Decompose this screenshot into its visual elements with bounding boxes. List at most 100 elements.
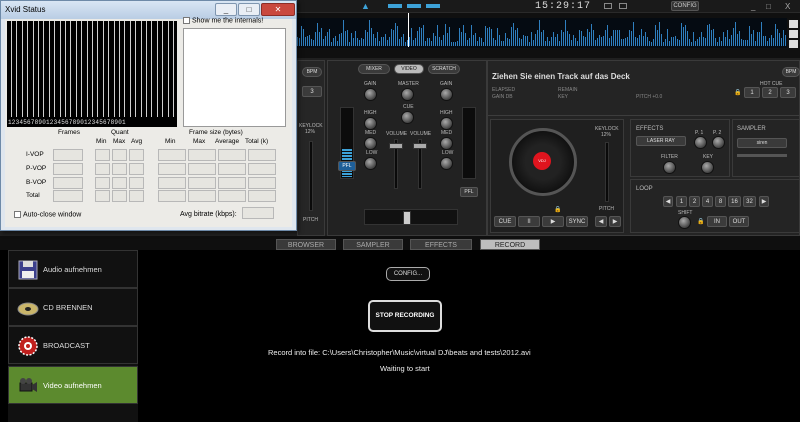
tab-effects[interactable]: EFFECTS xyxy=(410,239,472,250)
loop-2[interactable]: 2 xyxy=(689,196,700,207)
maximize-icon[interactable]: □ xyxy=(766,2,771,11)
left-bpm-button[interactable]: BPM xyxy=(302,67,322,77)
close-icon[interactable]: X xyxy=(785,2,790,11)
high-right-knob[interactable] xyxy=(440,117,453,130)
crossfader-cap[interactable] xyxy=(403,211,411,225)
loop-32[interactable]: 32 xyxy=(743,196,756,207)
high-left-knob[interactable] xyxy=(364,117,377,130)
waveform-bar xyxy=(701,31,702,46)
crossfader[interactable] xyxy=(364,209,458,225)
stats-cell xyxy=(248,149,276,161)
wave-side-btn[interactable] xyxy=(789,20,798,28)
loop-16[interactable]: 16 xyxy=(728,196,741,207)
sampler-slider[interactable] xyxy=(737,154,787,157)
waveform-bar xyxy=(691,41,692,46)
left-pitch-slider[interactable] xyxy=(309,141,313,211)
volume-right-cap[interactable] xyxy=(413,143,427,149)
cue-button[interactable]: CUE xyxy=(494,216,516,227)
show-internals-box[interactable] xyxy=(183,17,190,24)
waveform-bar xyxy=(437,24,438,46)
graph-frame-line xyxy=(129,21,131,117)
loop-in-button[interactable]: IN xyxy=(707,216,727,227)
auto-close-checkbox[interactable]: Auto-close window xyxy=(14,211,81,218)
right-bpm-button[interactable]: BPM xyxy=(782,67,800,77)
view-seg-2[interactable] xyxy=(407,4,421,8)
tab-sampler[interactable]: SAMPLER xyxy=(343,239,403,250)
view-seg-3[interactable] xyxy=(426,4,440,8)
view-seg-1[interactable] xyxy=(388,4,402,8)
tab-scratch[interactable]: SCRATCH xyxy=(428,64,460,74)
waveform-bar xyxy=(385,33,386,46)
waveform-bar xyxy=(561,30,562,46)
pfl-left-button[interactable]: PFL xyxy=(338,161,356,171)
shift-knob[interactable] xyxy=(678,216,691,229)
loop-out-button[interactable]: OUT xyxy=(729,216,749,227)
xvid-maximize-button[interactable]: □ xyxy=(238,3,260,16)
tab-record[interactable]: RECORD xyxy=(480,239,540,250)
low-right-knob[interactable] xyxy=(440,157,453,170)
waveform-bar xyxy=(589,31,590,46)
volume-left-cap[interactable] xyxy=(389,143,403,149)
stop-recording-button[interactable]: STOP RECORDING xyxy=(368,300,442,332)
video-camera-icon xyxy=(19,378,37,392)
sidebar-item-cd[interactable]: CD BRENNEN xyxy=(8,288,138,326)
waveform-bar xyxy=(529,41,530,46)
config-top-button[interactable]: CONFIG xyxy=(671,1,699,11)
gain-left-knob[interactable] xyxy=(364,88,377,101)
cue-knob[interactable] xyxy=(401,111,414,124)
master-knob[interactable] xyxy=(401,88,414,101)
show-internals-checkbox[interactable]: Show me the internals! xyxy=(183,17,263,24)
tab-mixer[interactable]: MIXER xyxy=(358,64,390,74)
wave-side-btn[interactable] xyxy=(789,40,798,48)
effect-select[interactable]: LASER RAY xyxy=(636,136,686,146)
pfl-right-button[interactable]: PFL xyxy=(460,187,478,197)
waveform-bar xyxy=(535,33,536,46)
low-left-knob[interactable] xyxy=(364,157,377,170)
waveform-bar xyxy=(695,41,696,46)
sidebar-item-audio[interactable]: Audio aufnehmen xyxy=(8,250,138,288)
waveform-bar xyxy=(365,29,366,46)
sync-button[interactable]: SYNC xyxy=(566,216,588,227)
pause-button[interactable]: II xyxy=(518,216,540,227)
waveform-bar xyxy=(669,40,670,46)
xvid-close-button[interactable]: ✕ xyxy=(261,3,295,16)
med-left-knob[interactable] xyxy=(364,137,377,150)
play-button[interactable]: ▶ xyxy=(542,216,564,227)
sampler-select[interactable]: siren xyxy=(737,138,787,148)
loop-8[interactable]: 8 xyxy=(715,196,726,207)
sidebar-label-cd: CD BRENNEN xyxy=(43,303,93,312)
loop-1[interactable]: 1 xyxy=(676,196,687,207)
tab-video[interactable]: VIDEO xyxy=(394,64,424,74)
p1-knob[interactable] xyxy=(694,136,707,149)
wave-side-btn[interactable] xyxy=(789,30,798,38)
auto-close-box[interactable] xyxy=(14,211,21,218)
sidebar-item-broadcast[interactable]: BROADCAST xyxy=(8,326,138,364)
right-pitch-slider[interactable] xyxy=(605,142,609,202)
waveform-main[interactable] xyxy=(297,18,787,48)
waveform-bar xyxy=(591,24,592,46)
loop-prev-button[interactable]: ◀ xyxy=(663,196,673,207)
pitch-up-button[interactable]: ▶ xyxy=(609,216,621,227)
xvid-minimize-button[interactable]: _ xyxy=(215,3,237,16)
hotcue-2[interactable]: 2 xyxy=(762,87,778,98)
gain-right-knob[interactable] xyxy=(440,88,453,101)
stats-cell xyxy=(129,177,144,189)
loop-4[interactable]: 4 xyxy=(702,196,713,207)
p2-knob[interactable] xyxy=(712,136,725,149)
minimize-icon[interactable]: _ xyxy=(751,2,755,11)
record-config-button[interactable]: CONFIG... xyxy=(386,267,430,281)
sidebar-item-video[interactable]: Video aufnehmen xyxy=(8,366,138,404)
med-right-knob[interactable] xyxy=(440,137,453,150)
waveform-bar xyxy=(673,36,674,46)
left-hotcue-3[interactable]: 3 xyxy=(302,86,322,97)
waveform-bar xyxy=(641,28,642,46)
hotcue-3[interactable]: 3 xyxy=(780,87,796,98)
tab-browser[interactable]: BROWSER xyxy=(276,239,336,250)
waveform-bar xyxy=(507,37,508,46)
key-knob[interactable] xyxy=(701,161,714,174)
hotcue-1[interactable]: 1 xyxy=(744,87,760,98)
loop-next-button[interactable]: ▶ xyxy=(759,196,769,207)
filter-knob[interactable] xyxy=(663,161,676,174)
pitch-down-button[interactable]: ◀ xyxy=(595,216,607,227)
graph-frame-line xyxy=(59,21,61,117)
